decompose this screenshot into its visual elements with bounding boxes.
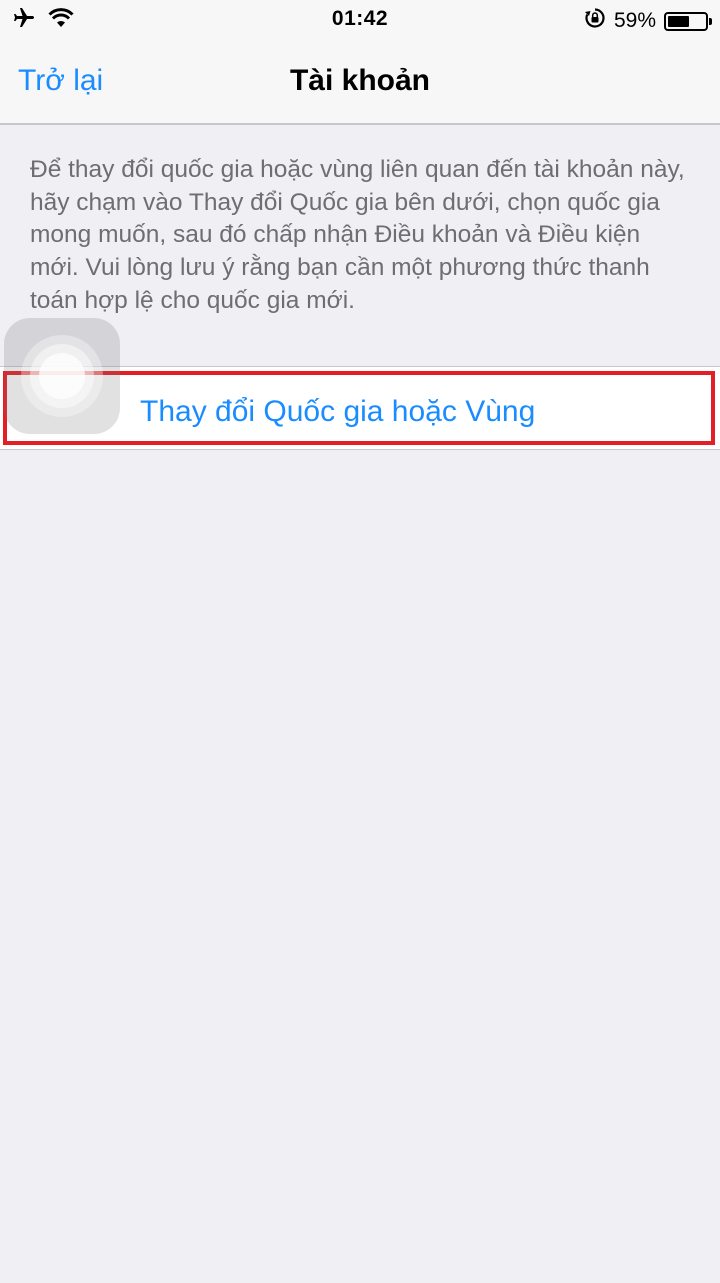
change-country-region-label: Thay đổi Quốc gia hoặc Vùng xyxy=(140,395,536,428)
status-right: 59% xyxy=(584,7,712,35)
assistive-touch-ring-middle xyxy=(30,344,94,408)
rotation-lock-icon xyxy=(584,7,606,35)
navigation-bar: Trở lại Tài khoản xyxy=(0,40,720,125)
battery-cap xyxy=(709,17,712,25)
page-title: Tài khoản xyxy=(289,64,431,97)
battery-fill xyxy=(668,15,690,27)
back-button[interactable]: Trở lại xyxy=(18,64,103,98)
assistive-touch-button[interactable] xyxy=(4,318,120,434)
battery-icon xyxy=(664,11,712,31)
battery-percent: 59% xyxy=(613,9,656,32)
assistive-touch-ring-outer xyxy=(21,335,103,417)
assistive-touch-ring-inner xyxy=(39,353,85,399)
status-bar: 01:42 59% xyxy=(0,0,720,40)
description-text: Để thay đổi quốc gia hoặc vùng liên quan… xyxy=(30,156,685,314)
